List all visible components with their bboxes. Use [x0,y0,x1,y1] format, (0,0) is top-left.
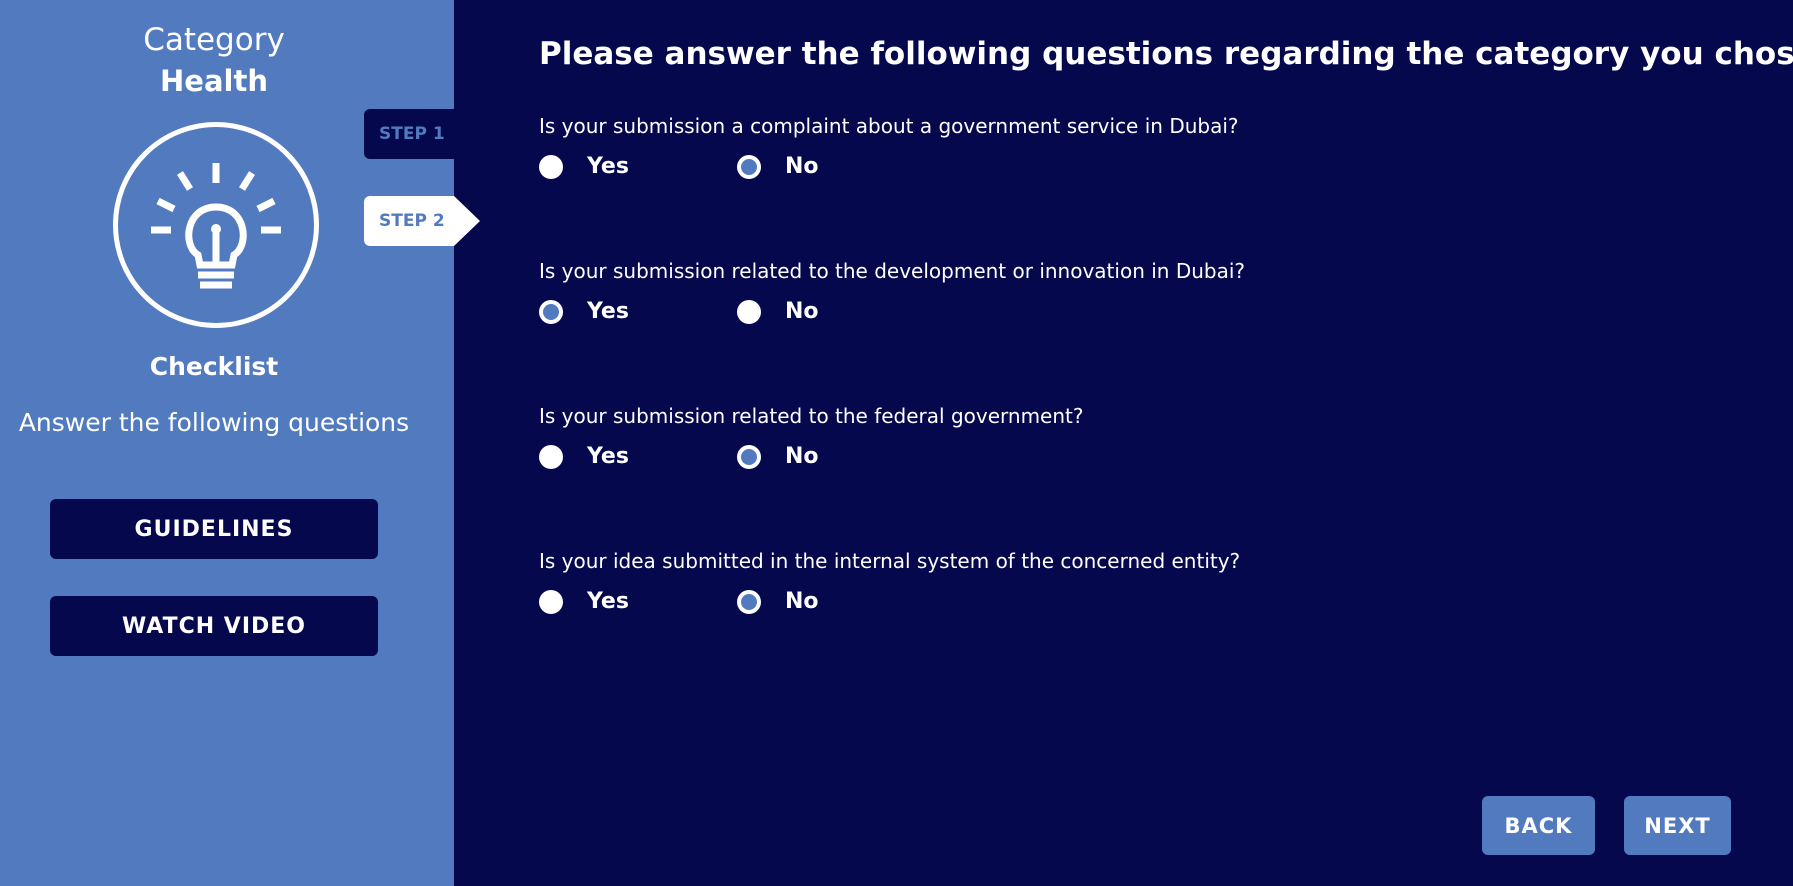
q4-yes-option[interactable]: Yes [539,589,629,614]
active-step-arrow [454,196,480,246]
no-label: No [785,444,819,469]
q2-yes-option[interactable]: Yes [539,299,629,324]
yes-label: Yes [587,444,629,469]
no-label: No [785,589,819,614]
step-2-tab[interactable]: STEP 2 [364,196,454,246]
guidelines-button[interactable]: GUIDELINES [50,499,378,559]
q4-no-radio[interactable] [737,589,761,614]
q2-no-option[interactable]: No [737,299,819,324]
category-value: Health [160,64,268,98]
next-button[interactable]: NEXT [1624,796,1731,855]
q1-yes-radio[interactable] [539,154,563,179]
yes-label: Yes [587,589,629,614]
category-label: Category [143,22,285,58]
question-text: Is your submission related to the federa… [539,404,1084,428]
q3-no-option[interactable]: No [737,444,819,469]
q1-no-option[interactable]: No [737,154,819,179]
checklist-description: Answer the following questions [18,408,410,437]
question-1: Is your submission a complaint about a g… [539,114,1639,194]
watch-video-button[interactable]: WATCH VIDEO [50,596,378,656]
step-1-tab[interactable]: STEP 1 [364,109,454,159]
q3-yes-option[interactable]: Yes [539,444,629,469]
q2-yes-radio[interactable] [539,299,563,324]
q1-no-radio[interactable] [737,154,761,179]
back-button[interactable]: BACK [1482,796,1595,855]
q4-yes-radio[interactable] [539,589,563,614]
no-label: No [785,299,819,324]
no-label: No [785,154,819,179]
page-title: Please answer the following questions re… [539,36,1793,72]
question-text: Is your submission related to the develo… [539,259,1246,283]
yes-label: Yes [587,154,629,179]
q2-no-radio[interactable] [737,299,761,324]
question-4: Is your idea submitted in the internal s… [539,549,1639,629]
lightbulb-icon [113,122,319,328]
checklist-title: Checklist [149,352,279,381]
q3-yes-radio[interactable] [539,444,563,469]
question-2: Is your submission related to the develo… [539,259,1639,339]
q3-no-radio[interactable] [737,444,761,469]
q1-yes-option[interactable]: Yes [539,154,629,179]
yes-label: Yes [587,299,629,324]
question-text: Is your submission a complaint about a g… [539,114,1239,138]
q4-no-option[interactable]: No [737,589,819,614]
question-3: Is your submission related to the federa… [539,404,1639,484]
question-text: Is your idea submitted in the internal s… [539,549,1241,573]
